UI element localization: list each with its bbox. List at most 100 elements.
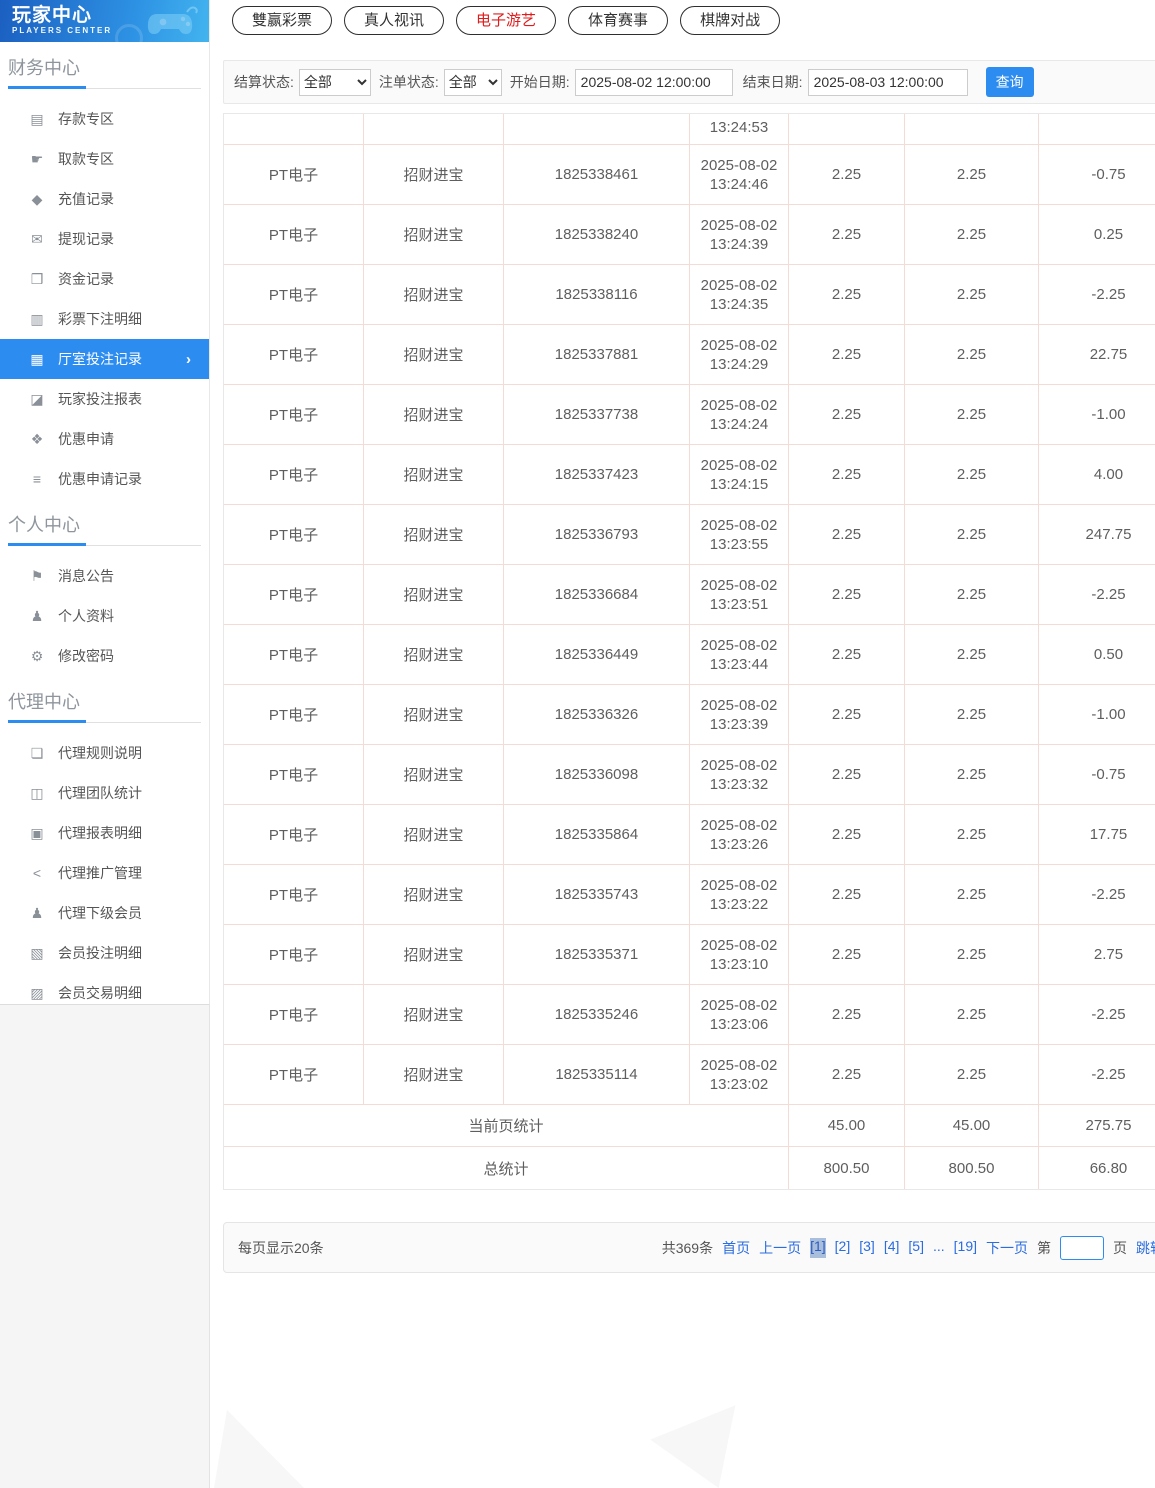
- cell-time: 2025-08-0213:23:02: [690, 1045, 789, 1105]
- cell-hall: PT电子: [224, 205, 364, 265]
- sidebar-item-withdrawal-records[interactable]: ✉提现记录: [0, 219, 209, 259]
- sidebar-item-agent-report-details[interactable]: ▣ 代理报表明细: [0, 813, 209, 853]
- cell-time: 2025-08-0213:23:55: [690, 505, 789, 565]
- sidebar-sections: 财务中心 ▤存款专区☛取款专区◆充值记录✉提现记录❒资金记录▥彩票下注明细▦厅室投…: [0, 42, 209, 1013]
- cell-order: 1825335114: [504, 1045, 690, 1105]
- cell-bet: 2.25: [789, 985, 905, 1045]
- page-link[interactable]: [19]: [954, 1238, 977, 1258]
- chart-icon: ◪: [28, 391, 46, 408]
- page-link[interactable]: ...: [933, 1238, 945, 1258]
- sidebar-item-member-bet-details[interactable]: ▧会员投注明细: [0, 933, 209, 973]
- page-link[interactable]: [2]: [835, 1238, 851, 1258]
- report-icon: ▣: [28, 825, 46, 842]
- cell-game: 招财进宝: [364, 685, 504, 745]
- sidebar-item-withdraw-zone[interactable]: ☛取款专区: [0, 139, 209, 179]
- end-date-input[interactable]: [808, 69, 968, 96]
- sidebar-item-personal-profile[interactable]: ♟个人资料: [0, 596, 209, 636]
- cell-game: 招财进宝: [364, 325, 504, 385]
- sidebar-item-deposit-zone[interactable]: ▤存款专区: [0, 99, 209, 139]
- table-row: PT电子招财进宝18253360982025-08-0213:23:322.25…: [224, 745, 1155, 805]
- share-icon: <: [28, 865, 46, 881]
- cell-winloss: 0.25: [1039, 205, 1155, 265]
- order-status-select[interactable]: 全部: [444, 69, 502, 96]
- sidebar-item-label: 玩家投注报表: [58, 389, 142, 409]
- pagination-bar: 每页显示20条 共369条 首页上一页[1][2][3][4][5]...[19…: [223, 1222, 1155, 1273]
- sidebar-item-label: 会员投注明细: [58, 943, 142, 963]
- page-link[interactable]: [4]: [884, 1238, 900, 1258]
- sidebar-item-promo-apply-records[interactable]: ≡优惠申请记录: [0, 459, 209, 499]
- table-row: PT电子招财进宝18253374232025-08-0213:24:152.25…: [224, 445, 1155, 505]
- cell-bet: 2.25: [789, 145, 905, 205]
- sidebar-item-label: 代理推广管理: [58, 863, 142, 883]
- table-row: PT电子招财进宝18253364492025-08-0213:23:442.25…: [224, 625, 1155, 685]
- cell-game: 招财进宝: [364, 145, 504, 205]
- cell-winloss: -0.75: [1039, 145, 1155, 205]
- sidebar-item-agent-promo-manage[interactable]: < 代理推广管理: [0, 853, 209, 893]
- table-row: PT电子招财进宝18253366842025-08-0213:23:512.25…: [224, 565, 1155, 625]
- sidebar-item-hall-bet-records[interactable]: ▦厅室投注记录›: [0, 339, 209, 379]
- sidebar-item-agent-rules[interactable]: ❏代理规则说明: [0, 733, 209, 773]
- topnav-button[interactable]: 雙赢彩票: [232, 6, 332, 35]
- topnav-button[interactable]: 真人视讯: [344, 6, 444, 35]
- sidebar-section-title: 财务中心: [0, 42, 209, 88]
- sidebar-item-label: 代理报表明细: [58, 823, 142, 843]
- section-underline: [8, 88, 201, 89]
- filter-bar: 结算状态: 全部 注单状态: 全部 开始日期: 结束日期: 查询: [223, 60, 1155, 104]
- sidebar-item-label: 存款专区: [58, 109, 114, 129]
- cell-winloss: -2.25: [1039, 565, 1155, 625]
- jump-button[interactable]: 跳转: [1136, 1238, 1155, 1258]
- sidebar-item-promo-apply[interactable]: ❖优惠申请: [0, 419, 209, 459]
- sidebar-item-change-password[interactable]: ⚙修改密码: [0, 636, 209, 676]
- cell-order: 1825338461: [504, 145, 690, 205]
- summary-label: 总统计: [224, 1147, 789, 1189]
- cell-bet: 2.25: [789, 1045, 905, 1105]
- topnav-button[interactable]: 电子游艺: [456, 6, 556, 35]
- cell-time: 2025-08-0213:24:24: [690, 385, 789, 445]
- sidebar-item-agent-team-stats[interactable]: ◫代理团队统计: [0, 773, 209, 813]
- summary-winloss: 66.80: [1039, 1147, 1155, 1189]
- page-jump-input[interactable]: [1060, 1236, 1104, 1260]
- sidebar-item-label: 修改密码: [58, 646, 114, 666]
- cell-winloss: -1.00: [1039, 685, 1155, 745]
- page-link[interactable]: 首页: [722, 1238, 750, 1258]
- sidebar-item-player-bet-report[interactable]: ◪ 玩家投注报表: [0, 379, 209, 419]
- settle-status-select[interactable]: 全部: [299, 69, 371, 96]
- cell-time: 2025-08-0213:24:15: [690, 445, 789, 505]
- cell-bet: 2.25: [789, 265, 905, 325]
- start-date-input[interactable]: [575, 69, 733, 96]
- sidebar-item-lottery-bet-details[interactable]: ▥彩票下注明细: [0, 299, 209, 339]
- sidebar-item-funds-records[interactable]: ❒资金记录: [0, 259, 209, 299]
- start-date-label: 开始日期:: [510, 72, 570, 92]
- cell-hall: PT电子: [224, 805, 364, 865]
- sidebar-item-message-announcements[interactable]: ⚑消息公告: [0, 556, 209, 596]
- cell-order: 1825338116: [504, 265, 690, 325]
- sidebar-item-label: 代理规则说明: [58, 743, 142, 763]
- sidebar-item-recharge-records[interactable]: ◆充值记录: [0, 179, 209, 219]
- topnav-button[interactable]: 棋牌对战: [680, 6, 780, 35]
- topnav-button[interactable]: 体育赛事: [568, 6, 668, 35]
- cell-time: 2025-08-0213:24:39: [690, 205, 789, 265]
- cell-order: 1825335371: [504, 925, 690, 985]
- cell-game: 招财进宝: [364, 625, 504, 685]
- cashout-icon: ✉: [28, 231, 46, 248]
- query-button[interactable]: 查询: [986, 67, 1034, 97]
- page-link[interactable]: [5]: [908, 1238, 924, 1258]
- page-link[interactable]: 下一页: [986, 1238, 1028, 1258]
- cell-game: 招财进宝: [364, 745, 504, 805]
- order-status-label: 注单状态:: [379, 72, 439, 92]
- page-current[interactable]: [1]: [810, 1238, 826, 1258]
- page-link[interactable]: [3]: [859, 1238, 875, 1258]
- bell-icon: ⚑: [28, 568, 46, 585]
- news-icon: ◫: [28, 785, 46, 802]
- cell-hall: PT电子: [224, 1045, 364, 1105]
- sidebar-item-agent-sub-members[interactable]: ♟代理下级会员: [0, 893, 209, 933]
- cell-bet: 2.25: [789, 805, 905, 865]
- page-link[interactable]: 上一页: [759, 1238, 801, 1258]
- cell-bet: 2.25: [789, 565, 905, 625]
- cell-winloss: 4.00: [1039, 445, 1155, 505]
- funds-icon: ❒: [28, 271, 46, 288]
- summary-valid: 800.50: [905, 1147, 1039, 1189]
- cell-game: 招财进宝: [364, 805, 504, 865]
- cell-winloss: [1039, 114, 1155, 145]
- cell-valid: 2.25: [905, 985, 1039, 1045]
